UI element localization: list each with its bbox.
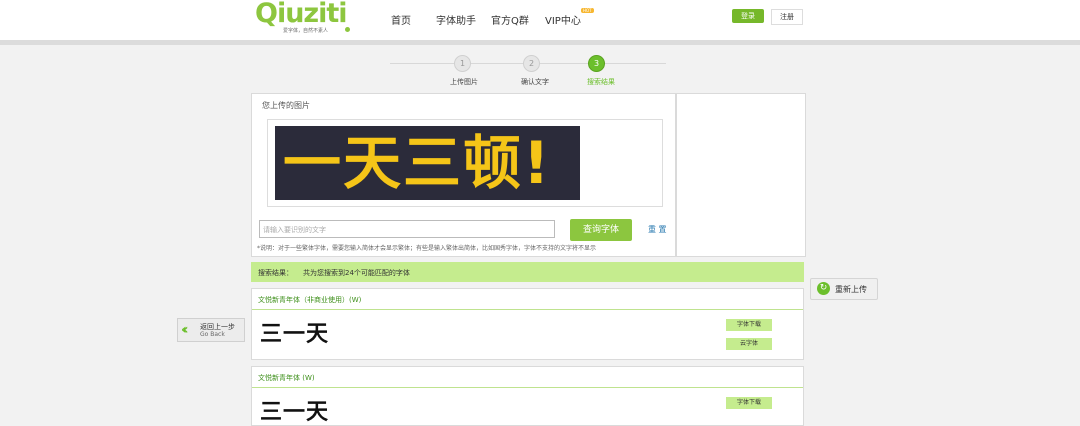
step-1-label: 上传图片: [450, 78, 478, 86]
step-1-circle: 1: [454, 55, 471, 72]
result-count: 共为您搜索到24个可能匹配的字体: [303, 269, 410, 277]
search-text-input[interactable]: 请输入要识别的文字: [259, 220, 555, 238]
logo-slogan: 爱字体，自然不素人: [283, 28, 329, 34]
step-2-circle: 2: [523, 55, 540, 72]
result-label: 搜索结果：: [258, 269, 293, 277]
login-button[interactable]: 登录: [732, 9, 764, 23]
reset-link[interactable]: 重 置: [648, 224, 667, 235]
register-button[interactable]: 注册: [771, 9, 803, 25]
step-3-label: 搜索结果: [587, 78, 615, 86]
reupload-label: 重新上传: [835, 285, 867, 294]
result-bar: 搜索结果： 共为您搜索到24个可能匹配的字体: [251, 262, 804, 282]
go-back-label-en: Go Back: [200, 331, 225, 338]
font-name[interactable]: 文悦新青年体（非商业使用）(W): [258, 295, 361, 305]
font-sample: 三一天: [260, 400, 330, 425]
vip-hot-badge: HOT: [581, 8, 594, 13]
double-chevron-left-icon: ‹‹: [181, 322, 188, 338]
step-2-label: 确认文字: [521, 78, 549, 86]
reload-icon: ↻: [817, 282, 830, 295]
side-panel: [676, 93, 806, 257]
font-sample: 三一天: [260, 322, 330, 347]
upload-panel: 您上传的图片 一天三顿! 请输入要识别的文字 查询字体 重 置 *说明：对于一些…: [251, 93, 676, 257]
cloud-font-button[interactable]: 云字体: [726, 338, 772, 350]
step-3-circle: 3: [588, 55, 605, 72]
notice-text: *说明：对于一些繁体字体，需要您输入简体才会显示繁体；有些是输入繁体出简体，比如…: [257, 245, 597, 252]
uploaded-image-frame: 一天三顿!: [267, 119, 663, 207]
site-header: Qiuziti 爱字体，自然不素人 首页 字体助手 官方Q群 VIP中心 HOT…: [0, 0, 1080, 45]
upload-title: 您上传的图片: [262, 101, 310, 110]
nav-vip-center[interactable]: VIP中心: [545, 12, 581, 27]
font-download-button[interactable]: 字体下载: [726, 397, 772, 409]
font-result-card: 文悦新青年体 (W) 三一天 字体下载: [251, 366, 804, 426]
logo[interactable]: Qiuziti 爱字体，自然不素人: [255, 0, 355, 38]
nav-home[interactable]: 首页: [391, 12, 411, 27]
go-back-button[interactable]: ‹‹ 返回上一步 Go Back: [177, 318, 245, 342]
nav-qq-group[interactable]: 官方Q群: [491, 12, 529, 27]
logo-text: Qiuziti: [255, 0, 348, 29]
logo-dot-icon: [345, 27, 350, 32]
font-download-button[interactable]: 字体下载: [726, 319, 772, 331]
uploaded-image: 一天三顿!: [275, 126, 580, 200]
font-name[interactable]: 文悦新青年体 (W): [258, 373, 315, 383]
font-card-header: 文悦新青年体（非商业使用）(W): [252, 289, 803, 310]
nav-font-helper[interactable]: 字体助手: [436, 12, 476, 27]
font-card-header: 文悦新青年体 (W): [252, 367, 803, 388]
uploaded-image-text: 一天三顿!: [283, 129, 552, 197]
font-result-card: 文悦新青年体（非商业使用）(W) 三一天 字体下载 云字体: [251, 288, 804, 360]
search-font-button[interactable]: 查询字体: [570, 219, 632, 241]
reupload-button[interactable]: ↻ 重新上传: [810, 278, 878, 300]
